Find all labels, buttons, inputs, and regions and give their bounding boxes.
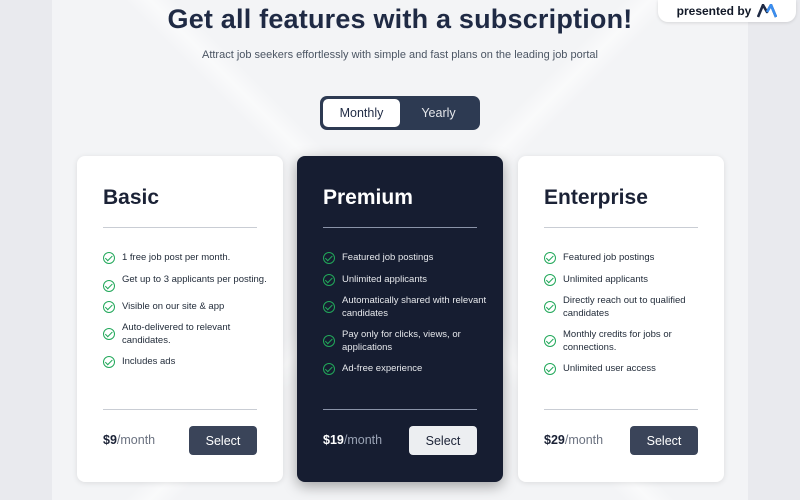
feature-list: 1 free job post per month. Get up to 3 a… (103, 252, 267, 378)
plan-name: Basic (103, 186, 160, 209)
feature-item: 1 free job post per month. (103, 252, 267, 265)
price-amount: $29 (544, 433, 565, 447)
check-circle-icon (544, 301, 556, 313)
billing-option-monthly[interactable]: Monthly (323, 99, 400, 127)
check-circle-icon (103, 252, 115, 264)
feature-text: 1 free job post per month. (122, 252, 231, 263)
feature-text: Ad-free experience (342, 363, 423, 374)
feature-item: Get up to 3 applicants per posting. (103, 274, 267, 292)
feature-text: Visible on our site & app (122, 300, 225, 312)
select-enterprise-button[interactable]: Select (630, 426, 698, 455)
feature-list: Featured job postings Unlimited applican… (323, 252, 487, 385)
billing-toggle: Monthly Yearly (320, 96, 480, 130)
divider (544, 227, 698, 228)
feature-text: Includes ads (122, 356, 176, 367)
feature-text: Pay only for clicks, views, or applicati… (342, 329, 461, 353)
plan-price: $19/month (323, 433, 382, 447)
feature-item: Pay only for clicks, views, or applicati… (323, 329, 487, 354)
price-period: /month (343, 433, 383, 447)
price-amount: $19 (323, 433, 344, 447)
check-circle-icon (544, 273, 556, 286)
feature-item: Unlimited applicants (323, 273, 487, 287)
feature-item: Unlimited user access (544, 363, 708, 376)
feature-item: Featured job postings (323, 252, 487, 265)
divider (323, 409, 477, 410)
feature-text: Automatically shared with relevant candi… (342, 295, 487, 319)
plan-name: Premium (323, 186, 413, 209)
plan-name: Enterprise (544, 186, 648, 209)
price-amount: $9 (103, 433, 117, 447)
check-circle-icon (323, 273, 335, 286)
price-period: /month (564, 433, 604, 447)
check-circle-icon (544, 335, 556, 347)
feature-item: Unlimited applicants (544, 273, 708, 287)
plan-card-enterprise: Enterprise Featured job postings Unlimit… (518, 156, 724, 482)
feature-item: Ad-free experience (323, 363, 487, 376)
plan-price: $9/month (103, 433, 155, 447)
feature-text: Unlimited applicants (342, 273, 428, 285)
feature-item: Directly reach out to qualified candidat… (544, 295, 708, 320)
page-subtitle: Attract job seekers effortlessly with si… (201, 49, 598, 61)
feature-item: Automatically shared with relevant candi… (323, 295, 487, 320)
feature-item: Auto-delivered to relevant candidates. (103, 322, 267, 347)
feature-text: Auto-delivered to relevant candidates. (122, 322, 231, 346)
feature-item: Monthly credits for jobs or connections. (544, 329, 708, 354)
check-circle-icon (544, 363, 556, 375)
check-circle-icon (323, 363, 335, 375)
divider (103, 227, 257, 228)
feature-text: Unlimited applicants (563, 273, 649, 285)
feature-text: Get up to 3 applicants per posting. (122, 273, 267, 285)
feature-item: Featured job postings (544, 252, 708, 265)
check-circle-icon (103, 300, 115, 313)
feature-text: Featured job postings (563, 252, 655, 263)
divider (544, 409, 698, 410)
feature-list: Featured job postings Unlimited applican… (544, 252, 708, 385)
plan-price: $29/month (544, 433, 603, 447)
select-basic-button[interactable]: Select (189, 426, 257, 455)
feature-text: Directly reach out to qualified candidat… (563, 295, 686, 319)
select-premium-button[interactable]: Select (409, 426, 477, 455)
check-circle-icon (323, 252, 335, 264)
check-circle-icon (103, 328, 115, 340)
feature-text: Monthly credits for jobs or connections. (563, 329, 672, 353)
check-circle-icon (103, 279, 115, 292)
divider (103, 409, 257, 410)
page-title: Get all features with a subscription! (167, 4, 633, 34)
left-margin (0, 0, 52, 500)
feature-item: Visible on our site & app (103, 300, 267, 314)
feature-text: Featured job postings (342, 252, 434, 263)
right-margin (748, 0, 800, 500)
check-circle-icon (103, 356, 115, 368)
check-circle-icon (544, 252, 556, 264)
check-circle-icon (323, 301, 335, 313)
check-circle-icon (323, 335, 335, 347)
billing-option-yearly[interactable]: Yearly (400, 99, 477, 127)
plan-card-premium: Premium Featured job postings Unlimited … (297, 156, 503, 482)
feature-text: Unlimited user access (563, 363, 656, 374)
plan-card-basic: Basic 1 free job post per month. Get up … (77, 156, 283, 482)
price-period: /month (116, 433, 156, 447)
feature-item: Includes ads (103, 356, 267, 369)
divider (323, 227, 477, 228)
